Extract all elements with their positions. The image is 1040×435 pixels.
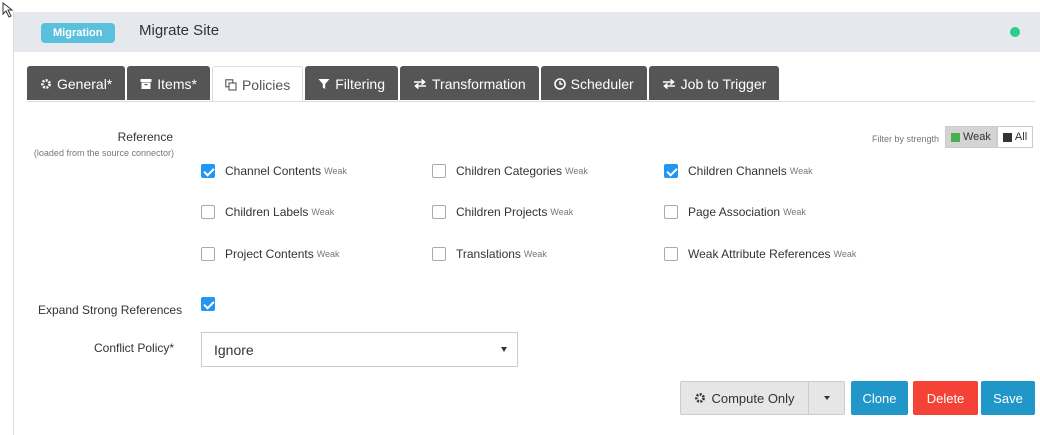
filter-weak-label: Weak: [963, 131, 991, 143]
reference-label: Reference: [117, 130, 173, 144]
strength-tag: Weak: [523, 249, 547, 259]
checkbox-label: Page Association: [688, 205, 781, 219]
migration-badge: Migration: [41, 23, 115, 43]
gear-icon: [41, 78, 51, 89]
conflict-policy-select[interactable]: Ignore: [201, 332, 518, 367]
clone-button[interactable]: Clone: [851, 381, 908, 415]
checkbox[interactable]: [201, 205, 215, 219]
checkbox-label: Children Projects: [456, 205, 548, 219]
archive-icon: [140, 78, 152, 89]
checkbox[interactable]: [432, 247, 446, 261]
page-title: Migrate Site: [139, 22, 220, 39]
strength-tag: Weak: [316, 249, 340, 259]
delete-button[interactable]: Delete: [913, 381, 978, 415]
strength-tag: Weak: [783, 207, 806, 217]
tab-label: Job to Trigger: [680, 75, 767, 92]
checkbox-label: Translations: [456, 247, 521, 261]
status-dot: [1010, 27, 1020, 37]
save-button[interactable]: Save: [981, 381, 1035, 415]
strength-tag: Weak: [311, 207, 335, 217]
tab-policies[interactable]: Policies: [211, 66, 304, 102]
checkbox-children-channels[interactable]: Children Channels Weak: [664, 164, 813, 178]
checkbox-page-association[interactable]: Page Association Weak: [664, 205, 806, 219]
filter-label: Filter by strength: [872, 134, 940, 144]
exchange-icon: [662, 78, 675, 89]
clock-icon: [553, 77, 566, 90]
filter-all-label: All: [1014, 131, 1028, 143]
strength-filter: Weak All: [945, 126, 1034, 148]
strength-tag: Weak: [565, 166, 588, 176]
checkbox[interactable]: [201, 164, 215, 178]
checkbox-label: Children Categories: [456, 164, 563, 178]
tab-items[interactable]: Items*: [127, 66, 210, 100]
tab-label: Policies: [241, 76, 291, 93]
compute-only-label: Compute Only: [711, 390, 795, 406]
tab-bar: General* Items* Policies Filtering Trans…: [27, 66, 781, 102]
caret-down-icon: [823, 396, 830, 400]
compute-options-dropdown-button[interactable]: [809, 381, 845, 415]
tab-label: General*: [57, 75, 113, 92]
filter-all-button[interactable]: All: [996, 126, 1034, 148]
select-value: Ignore: [214, 341, 254, 358]
tab-label: Items*: [157, 75, 197, 92]
checkbox[interactable]: [201, 297, 215, 311]
tab-filtering[interactable]: Filtering: [305, 66, 398, 100]
tab-divider: [27, 101, 1035, 102]
reference-sublabel: (loaded from the source connector): [33, 148, 174, 158]
checkbox[interactable]: [432, 205, 446, 219]
expand-strong-references-label: Expand Strong References: [38, 303, 183, 317]
all-swatch: [1002, 132, 1012, 142]
checkbox-channel-contents[interactable]: Channel Contents Weak: [201, 164, 347, 178]
exchange-icon: [414, 78, 426, 89]
checkbox-project-contents[interactable]: Project Contents Weak: [201, 247, 340, 261]
checkbox[interactable]: [664, 247, 678, 261]
checkbox-label: Project Contents: [225, 247, 314, 261]
strength-tag: Weak: [550, 207, 574, 217]
gear-icon: [695, 393, 706, 403]
tab-general[interactable]: General*: [27, 66, 126, 100]
strength-tag: Weak: [789, 166, 813, 176]
tab-scheduler[interactable]: Scheduler: [540, 66, 647, 100]
filter-icon: [318, 78, 330, 89]
tab-transformation[interactable]: Transformation: [400, 66, 539, 100]
checkbox[interactable]: [432, 164, 446, 178]
checkbox[interactable]: [664, 205, 678, 219]
left-border: [13, 12, 14, 435]
checkbox[interactable]: [664, 164, 678, 178]
caret-down-icon: [501, 347, 507, 352]
conflict-policy-label: Conflict Policy*: [94, 341, 175, 355]
page-header: Migration Migrate Site: [14, 12, 1040, 52]
checkbox-children-labels[interactable]: Children Labels Weak: [201, 205, 334, 219]
checkbox-weak-attribute-references[interactable]: Weak Attribute References Weak: [664, 247, 856, 261]
checkbox-label: Weak Attribute References: [688, 247, 831, 261]
checkbox-children-projects[interactable]: Children Projects Weak: [432, 205, 573, 219]
tab-label: Filtering: [335, 75, 385, 92]
tab-label: Transformation: [432, 75, 526, 92]
compute-only-button[interactable]: Compute Only: [680, 381, 809, 415]
tab-label: Scheduler: [570, 75, 634, 92]
checkbox-label: Children Channels: [688, 164, 787, 178]
checkbox-label: Channel Contents: [225, 164, 322, 178]
weak-swatch: [951, 132, 960, 142]
strength-tag: Weak: [833, 249, 857, 259]
copy-icon: [225, 78, 237, 91]
expand-strong-references-checkbox[interactable]: [201, 297, 225, 311]
checkbox-children-categories[interactable]: Children Categories Weak: [432, 164, 588, 178]
tab-job-to-trigger[interactable]: Job to Trigger: [648, 66, 780, 100]
checkbox-label: Children Labels: [225, 205, 309, 219]
filter-weak-button[interactable]: Weak: [945, 126, 997, 148]
checkbox[interactable]: [201, 247, 215, 261]
strength-tag: Weak: [324, 166, 347, 176]
checkbox-translations[interactable]: Translations Weak: [432, 247, 547, 261]
